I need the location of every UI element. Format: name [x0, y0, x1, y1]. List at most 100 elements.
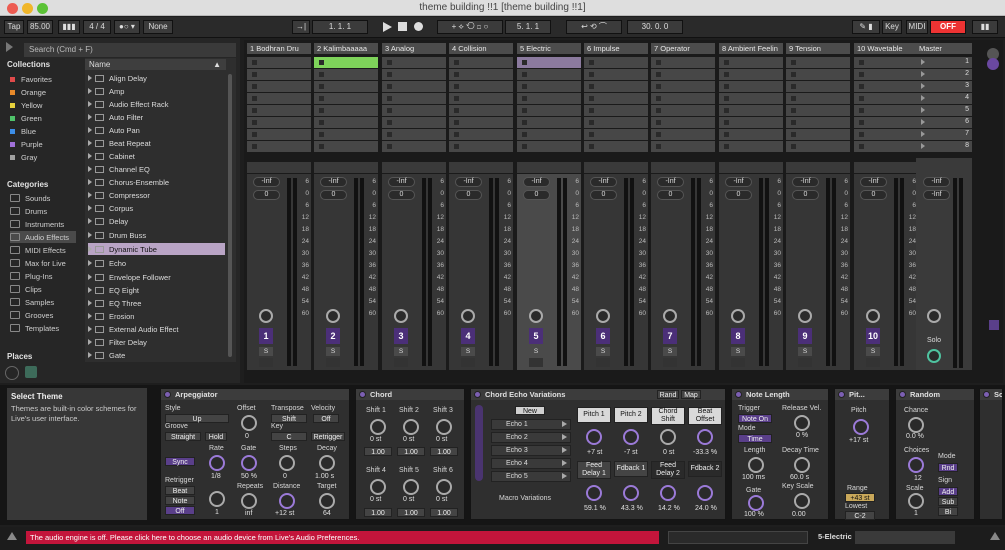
track-activator-button[interactable]: 5: [529, 328, 543, 344]
velocity1-field[interactable]: 1.00: [364, 447, 392, 456]
list-item[interactable]: Align Delay: [88, 72, 225, 84]
draw-mode-icon[interactable]: ✎ ▮: [852, 20, 880, 34]
scene-slot[interactable]: 7: [916, 129, 972, 140]
velocity3-field[interactable]: 1.00: [430, 447, 458, 456]
track-activator-button[interactable]: 7: [663, 328, 677, 344]
list-item-selected[interactable]: Dynamic Tube: [88, 243, 225, 255]
clip-slot[interactable]: [449, 81, 513, 92]
scale-knob[interactable]: [908, 493, 924, 509]
track-volume-field[interactable]: -Inf: [590, 177, 617, 187]
velocity2-field[interactable]: 1.00: [397, 447, 425, 456]
quantization-select[interactable]: None: [143, 20, 173, 34]
clip-slot[interactable]: [314, 141, 378, 152]
list-item[interactable]: Gate: [88, 349, 225, 361]
track-pan-knob[interactable]: [731, 309, 745, 323]
clip-slot[interactable]: [517, 117, 581, 128]
clip-slot[interactable]: [651, 81, 715, 92]
solo-button[interactable]: S: [529, 347, 543, 356]
groove-pool-icon[interactable]: [5, 366, 19, 380]
clip-stop-row[interactable]: [517, 162, 581, 173]
track-activator-button[interactable]: 8: [731, 328, 745, 344]
clip-slot[interactable]: [382, 81, 446, 92]
list-item[interactable]: Audio Effect Rack: [88, 98, 225, 110]
device-power-icon[interactable]: [164, 391, 171, 398]
lowest-field[interactable]: C-2: [845, 511, 875, 520]
gate-knob[interactable]: [748, 495, 764, 511]
clip-slot[interactable]: [449, 69, 513, 80]
clip-slot[interactable]: [314, 57, 378, 68]
collection-favorites[interactable]: Favorites: [10, 73, 76, 85]
loop-length-field[interactable]: 30. 0. 0: [627, 20, 683, 34]
clip-stop-row[interactable]: [719, 162, 783, 173]
clip-slot[interactable]: [651, 69, 715, 80]
clip-slot[interactable]: [247, 81, 311, 92]
clip-slot[interactable]: [382, 105, 446, 116]
clip-slot[interactable]: [382, 57, 446, 68]
offset-knob[interactable]: [241, 415, 257, 431]
time-signature-field[interactable]: 4 / 4: [83, 20, 111, 34]
collection-green[interactable]: Green: [10, 112, 76, 124]
clip-slot[interactable]: [786, 69, 850, 80]
repeats-knob[interactable]: [241, 493, 257, 509]
track-volume-field[interactable]: -Inf: [455, 177, 482, 187]
stop-icon[interactable]: [398, 22, 407, 31]
style-select[interactable]: Up: [165, 414, 229, 423]
sign-bi-button[interactable]: Bi: [938, 507, 958, 516]
trigger-select[interactable]: Note On: [738, 414, 772, 423]
arrangement-position-field[interactable]: 1. 1. 1: [312, 20, 368, 34]
loop-switch-icon[interactable]: ↩ ⟲ ⌒: [566, 20, 622, 34]
expand-icon[interactable]: [7, 532, 17, 540]
arm-icon[interactable]: [731, 358, 745, 367]
track-pan-field[interactable]: 0: [523, 190, 550, 200]
list-item[interactable]: Auto Filter: [88, 111, 225, 123]
clip-slot[interactable]: [449, 57, 513, 68]
clip-stop-row[interactable]: [854, 162, 918, 173]
clip-slot[interactable]: [314, 105, 378, 116]
clip-slot[interactable]: [247, 69, 311, 80]
category-templates[interactable]: Templates: [10, 322, 76, 334]
pitch1-knob[interactable]: [586, 429, 602, 445]
feed-delay2-knob[interactable]: [660, 485, 676, 501]
list-item[interactable]: Erosion: [88, 310, 225, 322]
mode-select[interactable]: Time: [738, 434, 772, 443]
track-pan-field[interactable]: 0: [253, 190, 280, 200]
track-pan-field[interactable]: 0: [320, 190, 347, 200]
track-pan-knob[interactable]: [596, 309, 610, 323]
track-pan-field[interactable]: 0: [725, 190, 752, 200]
track-activator-button[interactable]: 3: [394, 328, 408, 344]
tempo-field[interactable]: 85.00: [27, 20, 53, 34]
io-toggle-icon[interactable]: [987, 58, 999, 70]
nudge-icon[interactable]: ▮▮▮: [58, 20, 80, 34]
status-message[interactable]: The audio engine is off. Please click he…: [26, 531, 659, 544]
clip-slot[interactable]: [314, 81, 378, 92]
shift6-knob[interactable]: [436, 479, 452, 495]
clip-slot[interactable]: [517, 69, 581, 80]
clip-slot[interactable]: [382, 93, 446, 104]
list-item[interactable]: Cabinet: [88, 150, 225, 162]
track-header[interactable]: 4 Collision: [449, 43, 513, 54]
follow-icon[interactable]: →|: [292, 20, 310, 34]
track-pan-field[interactable]: 0: [657, 190, 684, 200]
arm-icon[interactable]: [529, 358, 543, 367]
category-instruments[interactable]: Instruments: [10, 218, 76, 230]
clip-slot[interactable]: [651, 117, 715, 128]
retrigger-button[interactable]: Retrigger: [311, 432, 345, 441]
decay-knob[interactable]: [319, 455, 335, 471]
feed-delay1-knob[interactable]: [586, 485, 602, 501]
clip-slot[interactable]: [786, 129, 850, 140]
fdback2-knob[interactable]: [697, 485, 713, 501]
clip-stop-row[interactable]: [382, 162, 446, 173]
variation-item[interactable]: Echo 1: [491, 419, 571, 430]
category-audio-effects[interactable]: Audio Effects: [10, 231, 76, 243]
solo-button[interactable]: S: [461, 347, 475, 356]
solo-button[interactable]: S: [394, 347, 408, 356]
clip-slot[interactable]: [786, 81, 850, 92]
track-volume-field[interactable]: -Inf: [792, 177, 819, 187]
metronome-icon[interactable]: ●○ ▾: [114, 20, 140, 34]
clip-slot[interactable]: [786, 105, 850, 116]
category-samples[interactable]: Samples: [10, 296, 76, 308]
category-grooves[interactable]: Grooves: [10, 309, 76, 321]
cue-volume-knob[interactable]: [927, 349, 941, 363]
steps-knob[interactable]: [279, 455, 295, 471]
clip-stop-row[interactable]: [314, 162, 378, 173]
